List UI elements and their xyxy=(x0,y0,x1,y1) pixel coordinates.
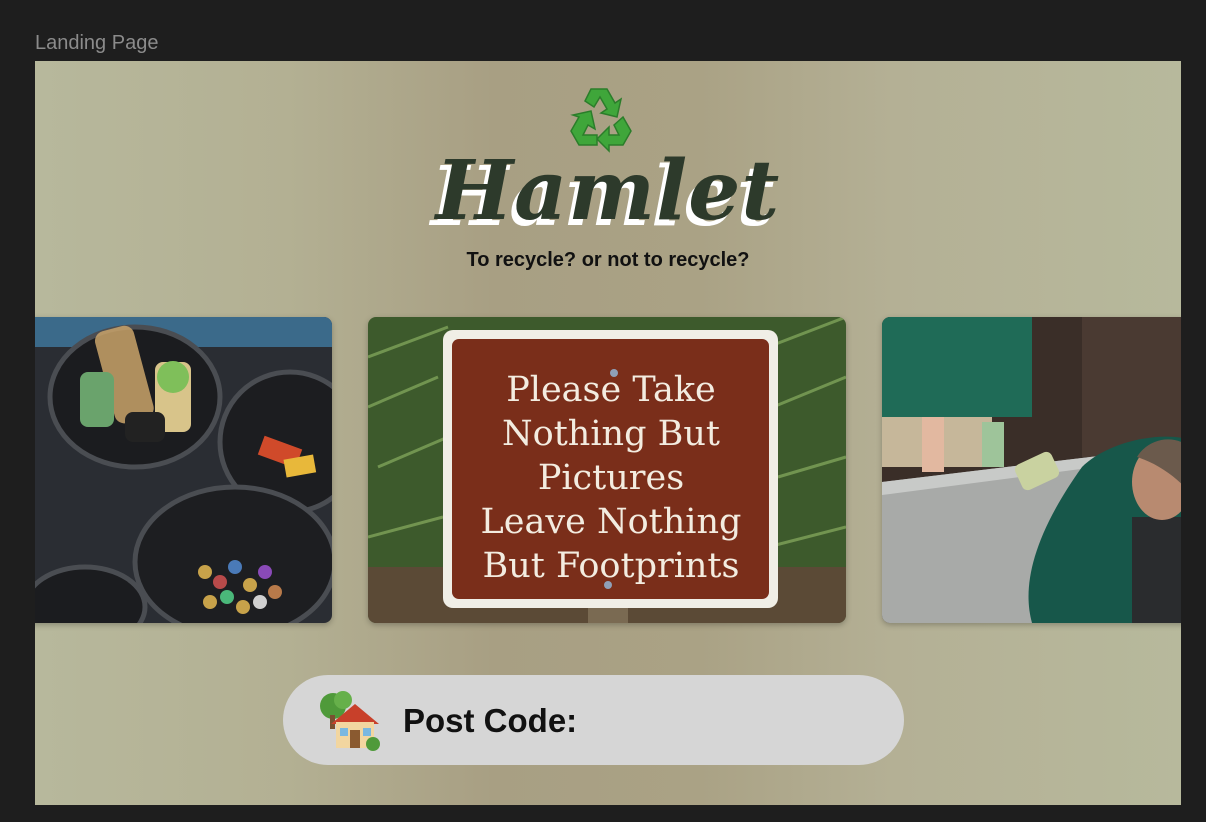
park-sign-photo: Please Take Nothing But Pictures Leave N… xyxy=(368,317,846,623)
gallery-card-park-sign[interactable]: Please Take Nothing But Pictures Leave N… xyxy=(368,317,846,623)
brand-title: Hamlet xyxy=(435,143,781,239)
postcode-field[interactable]: Post Code: xyxy=(283,675,904,765)
postcode-input[interactable] xyxy=(583,699,867,745)
volunteers-lifting-bin-photo xyxy=(882,317,1181,623)
sign-line-1: Please Take xyxy=(506,370,716,410)
tagline: To recycle? or not to recycle? xyxy=(466,249,750,271)
sign-line-2: Nothing But xyxy=(502,414,720,454)
recycling-buckets-photo xyxy=(35,317,332,623)
sign-line-3: Pictures xyxy=(538,458,684,498)
house-with-tree-icon xyxy=(320,691,380,751)
postcode-label: Post Code: xyxy=(403,702,578,739)
gallery-card-recycling-buckets[interactable] xyxy=(35,317,332,623)
frame-label: Landing Page xyxy=(35,32,159,54)
sign-line-5: But Footprints xyxy=(483,546,740,586)
gallery-card-volunteers[interactable] xyxy=(882,317,1181,623)
sign-line-4: Leave Nothing xyxy=(481,502,742,542)
landing-page-frame: Hamlet To recycle? or not to recycle? Pl… xyxy=(35,61,1181,805)
